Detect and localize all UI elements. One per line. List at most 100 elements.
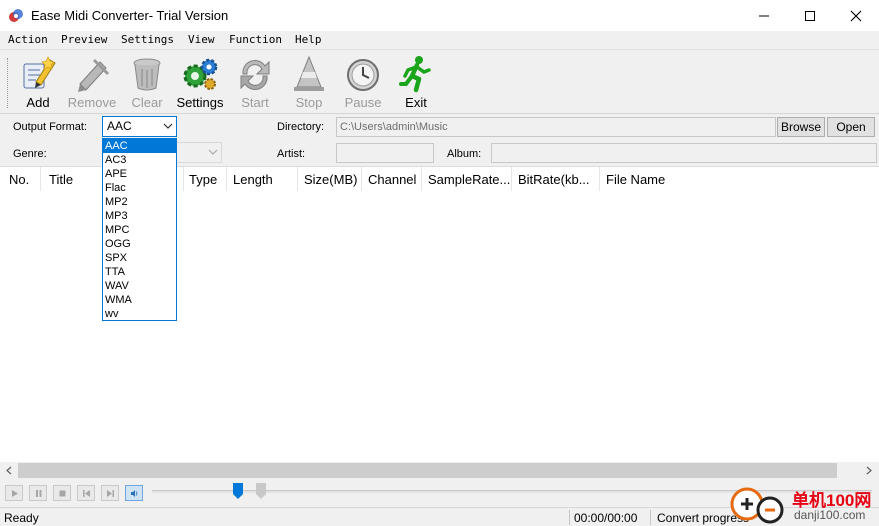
format-option-ogg[interactable]: OGG [103,237,176,251]
menu-preview[interactable]: Preview [61,33,107,46]
settings-label: Settings [176,95,224,110]
remove-label: Remove [67,95,117,110]
clear-trash-icon [133,58,161,91]
chevron-down-icon [208,149,218,155]
stop-label: Stop [295,95,323,110]
column-type[interactable]: Type [189,172,217,187]
next-button[interactable] [101,485,119,501]
format-option-mp3[interactable]: MP3 [103,209,176,223]
menu-function[interactable]: Function [229,33,282,46]
column-separator [511,167,512,191]
scroll-left-icon[interactable] [5,466,14,475]
menu-bar: Action Preview Settings View Function He… [0,31,879,50]
stop-button[interactable]: Stop [281,54,337,112]
volume-button[interactable] [125,485,143,501]
genre-label: Genre: [13,148,47,160]
menu-settings[interactable]: Settings [121,33,174,46]
add-button[interactable]: Add [10,54,66,112]
pause-icon [35,489,41,497]
menu-action[interactable]: Action [8,33,48,46]
volume-slider-handle[interactable] [256,483,266,499]
toolbar: Add Remove Clear Settings Start Stop Pau… [0,50,879,114]
column-no[interactable]: No. [9,172,29,187]
column-bitrate[interactable]: BitRate(kb... [518,172,590,187]
menu-view[interactable]: View [188,33,215,46]
status-ready: Ready [4,511,39,525]
close-button[interactable] [833,0,879,31]
column-separator [361,167,362,191]
column-separator [183,167,184,191]
output-format-select[interactable]: AAC [102,116,177,137]
watermark-url: danji100.com [794,508,866,522]
minimize-button[interactable] [741,0,787,31]
format-option-ac3[interactable]: AC3 [103,153,176,167]
stop-playback-button[interactable] [53,485,71,501]
format-option-ape[interactable]: APE [103,167,176,181]
format-option-mp2[interactable]: MP2 [103,195,176,209]
start-arrows-icon [240,60,270,90]
add-pencil-icon [23,56,56,89]
play-button[interactable] [5,485,23,501]
pause-button[interactable]: Pause [335,54,391,112]
open-button[interactable]: Open [827,117,875,137]
directory-value: C:\Users\admin\Music [340,121,448,133]
column-file-name[interactable]: File Name [606,172,665,187]
format-option-flac[interactable]: Flac [103,181,176,195]
artist-field[interactable] [336,143,434,163]
add-label: Add [26,95,50,110]
column-size[interactable]: Size(MB) [304,172,357,187]
album-label: Album: [447,148,482,160]
exit-running-man-icon [399,56,431,93]
scroll-right-icon[interactable] [864,466,873,475]
skip-back-icon [82,489,90,497]
skip-forward-icon [106,489,114,497]
minimize-icon [759,15,769,16]
browse-button[interactable]: Browse [777,117,825,137]
album-field[interactable] [491,143,877,163]
format-option-wv[interactable]: wv [103,307,176,321]
format-option-aac[interactable]: AAC [103,139,176,153]
format-option-tta[interactable]: TTA [103,265,176,279]
format-option-wma[interactable]: WMA [103,293,176,307]
watermark: 单机100网 danji100.com [730,484,879,526]
output-format-dropdown: AAC AC3 APE Flac MP2 MP3 MPC OGG SPX TTA… [102,138,177,321]
status-time: 00:00/00:00 [574,511,638,525]
previous-button[interactable] [77,485,95,501]
column-separator [599,167,600,191]
pause-clock-icon [347,59,379,91]
close-icon [850,10,862,21]
clear-button[interactable]: Clear [119,54,175,112]
format-option-mpc[interactable]: MPC [103,223,176,237]
remove-icon [78,58,110,92]
settings-button[interactable]: Settings [172,54,228,112]
directory-label: Directory: [277,121,325,133]
clear-label: Clear [131,95,163,110]
status-separator [650,510,651,525]
output-format-label: Output Format: [13,121,87,133]
window-title: Ease Midi Converter- Trial Version [31,8,229,23]
settings-gears-icon [183,58,218,90]
column-channel[interactable]: Channel [368,172,416,187]
format-option-wav[interactable]: WAV [103,279,176,293]
format-option-spx[interactable]: SPX [103,251,176,265]
exit-label: Exit [405,95,427,110]
column-samplerate[interactable]: SampleRate... [428,172,510,187]
pause-playback-button[interactable] [29,485,47,501]
scrollbar-thumb[interactable] [18,463,837,478]
start-button[interactable]: Start [227,54,283,112]
horizontal-scrollbar[interactable] [0,462,879,479]
speaker-icon [130,489,137,497]
directory-field[interactable]: C:\Users\admin\Music [336,117,776,137]
column-separator [226,167,227,191]
play-icon [11,489,18,497]
exit-button[interactable]: Exit [388,54,444,112]
column-title[interactable]: Title [49,172,73,187]
menu-help[interactable]: Help [295,33,322,46]
watermark-logo-icon [730,487,784,524]
stop-icon [59,490,65,496]
remove-button[interactable]: Remove [64,54,120,112]
seek-slider-handle[interactable] [233,483,243,499]
title-bar: Ease Midi Converter- Trial Version [0,0,879,31]
maximize-button[interactable] [787,0,833,31]
column-length[interactable]: Length [233,172,273,187]
